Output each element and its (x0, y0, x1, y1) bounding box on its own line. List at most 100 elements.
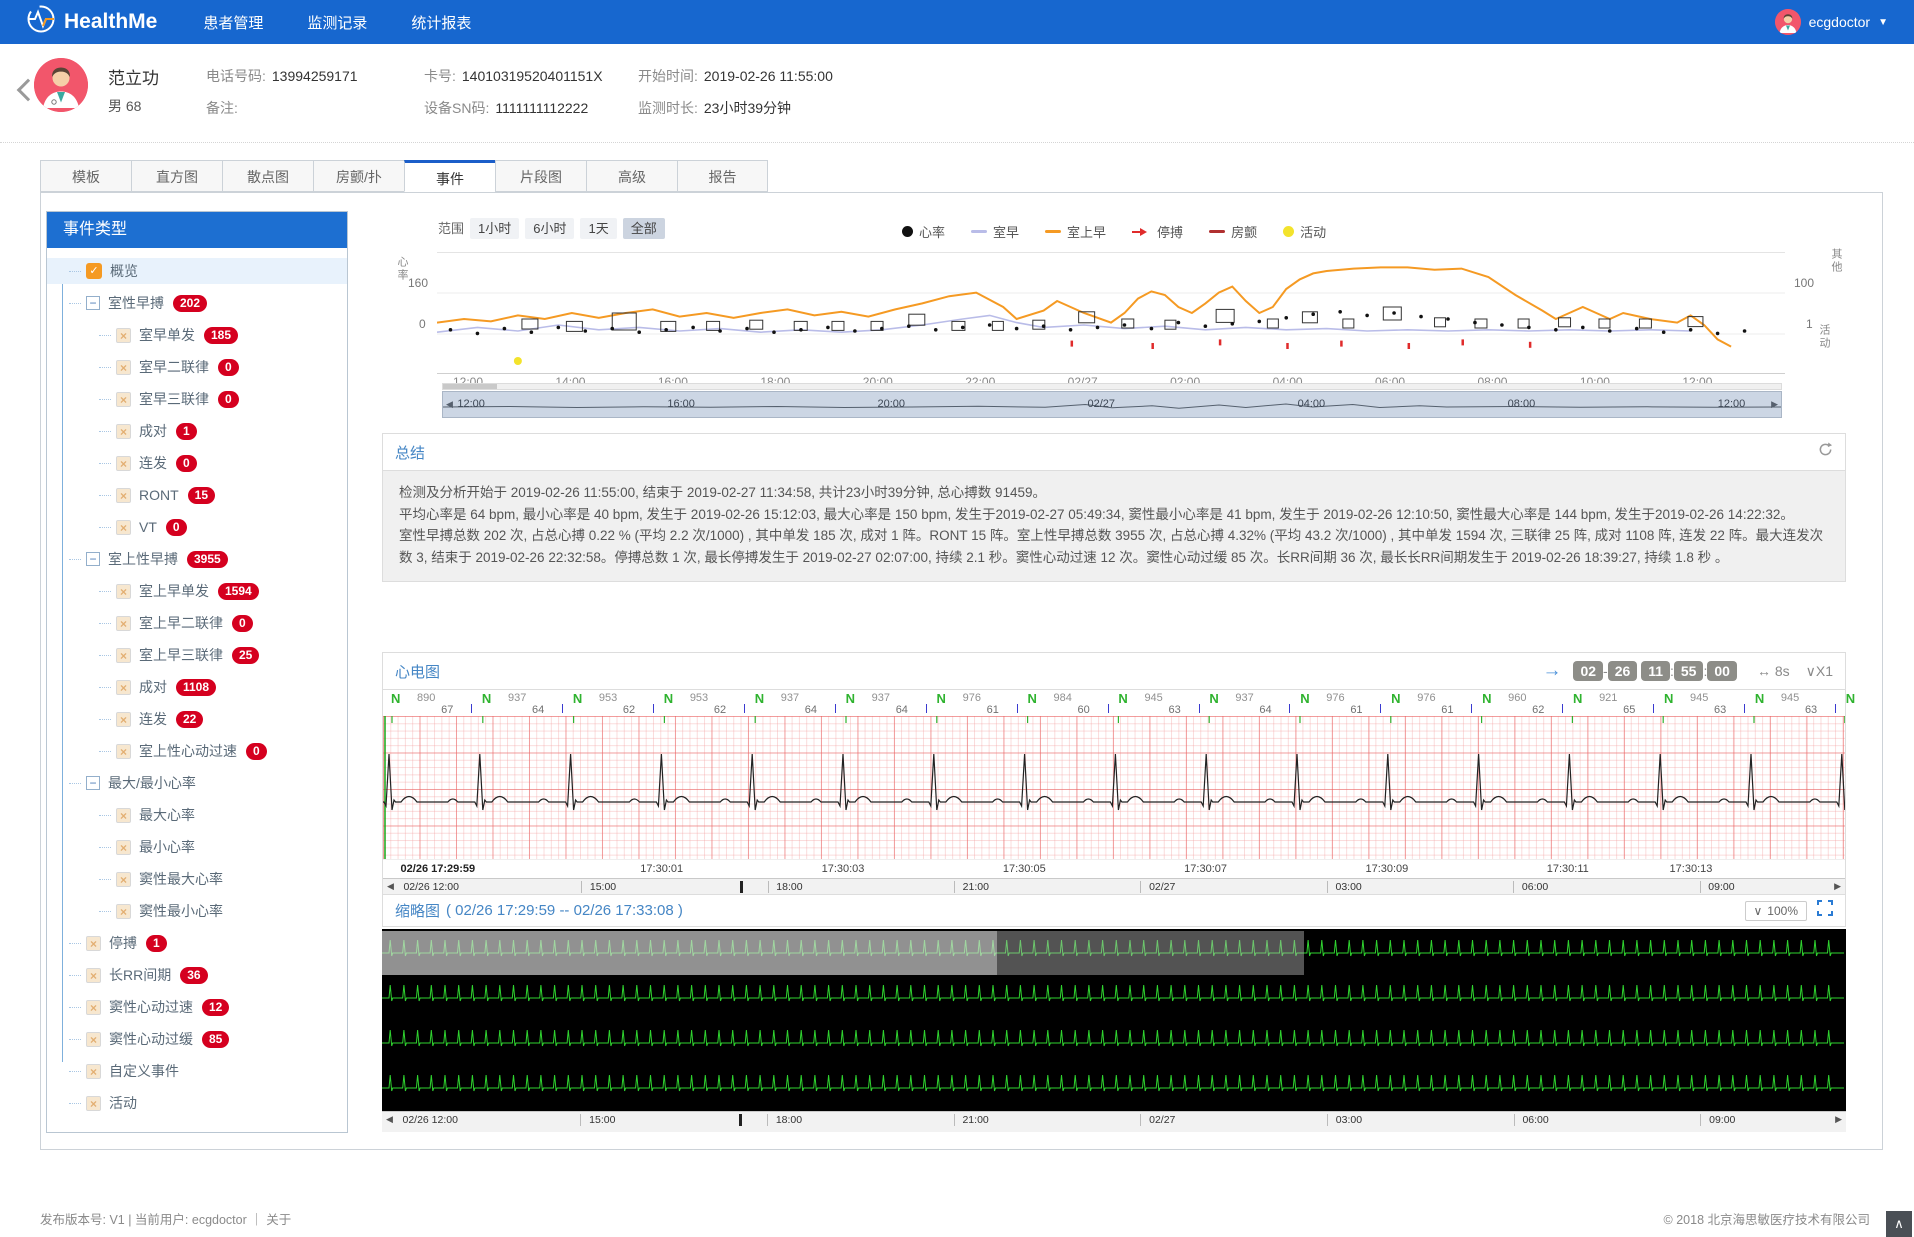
ecg-datetime-box[interactable]: 00 (1707, 661, 1737, 681)
tab-模板[interactable]: 模板 (40, 160, 131, 192)
unchecked-checkbox-icon[interactable]: × (86, 1063, 101, 1079)
tree-item-室上早单发[interactable]: × 室上早单发 1594 (47, 578, 347, 604)
goto-time-arrow-icon[interactable]: → (1542, 660, 1561, 682)
ecg-datetime-box[interactable]: 55 (1673, 661, 1704, 681)
tree-item-成对[interactable]: × 成对 1108 (47, 674, 347, 700)
tree-item-最大心率[interactable]: × 最大心率 (47, 802, 347, 828)
thumbnail-scrollbar[interactable]: ◀ ▶ 02/26 12:00 15:00 18:00 21:00 02/27 03:00 06… (382, 1111, 1846, 1132)
unchecked-checkbox-icon[interactable]: × (116, 903, 131, 919)
scroll-right-arrow-icon[interactable]: ▶ (1835, 1114, 1842, 1125)
tree-item-最大/最小心率[interactable]: − 最大/最小心率 (47, 770, 347, 796)
unchecked-checkbox-icon[interactable]: × (116, 679, 131, 695)
tree-item-最小心率[interactable]: × 最小心率 (47, 834, 347, 860)
menu-item-统计报表[interactable]: 统计报表 (411, 12, 471, 33)
unchecked-checkbox-icon[interactable]: × (116, 711, 131, 727)
unchecked-checkbox-icon[interactable]: × (116, 359, 131, 375)
tree-item-连发[interactable]: × 连发 0 (47, 450, 347, 476)
tree-item-室上性早搏[interactable]: − 室上性早搏 3955 (47, 546, 347, 572)
range-button-1小时[interactable]: 1小时 (470, 218, 520, 239)
scroll-left-arrow-icon[interactable]: ◀ (387, 881, 394, 892)
gain-control[interactable]: ∨X1 (1806, 663, 1833, 680)
range-button-1天[interactable]: 1天 (580, 218, 617, 239)
tab-片段图[interactable]: 片段图 (495, 160, 586, 192)
collapse-toggle-icon[interactable]: − (86, 776, 100, 790)
collapse-toggle-icon[interactable]: − (86, 296, 100, 310)
tree-item-长RR间期[interactable]: × 长RR间期 36 (47, 962, 347, 988)
unchecked-checkbox-icon[interactable]: × (116, 647, 131, 663)
tree-item-活动[interactable]: × 活动 (47, 1090, 347, 1116)
range-button-6小时[interactable]: 6小时 (525, 218, 575, 239)
tree-item-概览[interactable]: ✓ 概览 (47, 258, 347, 284)
tree-item-连发[interactable]: × 连发 22 (47, 706, 347, 732)
ecg-datetime-box[interactable]: 11 (1641, 661, 1670, 681)
nav-right-arrow-icon[interactable]: ▶ (1771, 399, 1778, 410)
tree-item-室上早二联律[interactable]: × 室上早二联律 0 (47, 610, 347, 636)
checked-checkbox-icon[interactable]: ✓ (86, 263, 102, 279)
tree-item-室早三联律[interactable]: × 室早三联律 0 (47, 386, 347, 412)
unchecked-checkbox-icon[interactable]: × (86, 1031, 101, 1047)
unchecked-checkbox-icon[interactable]: × (86, 1095, 101, 1111)
nav-left-arrow-icon[interactable]: ◀ (446, 399, 453, 410)
menu-item-监测记录[interactable]: 监测记录 (307, 12, 367, 33)
tab-事件[interactable]: 事件 (404, 160, 495, 192)
brand[interactable]: HealthMe (26, 4, 157, 40)
thumbnail-strip[interactable] (382, 929, 1846, 1111)
overview-scroll-rail[interactable] (442, 383, 1782, 390)
thumbnail-zoom-select[interactable]: ∨ 100% (1744, 900, 1807, 921)
unchecked-checkbox-icon[interactable]: × (116, 583, 131, 599)
tree-item-停搏[interactable]: × 停搏 1 (47, 930, 347, 956)
tab-报告[interactable]: 报告 (677, 160, 768, 192)
range-button-全部[interactable]: 全部 (622, 218, 665, 239)
tree-item-VT[interactable]: × VT 0 (47, 514, 347, 540)
scroll-position-marker[interactable] (739, 1114, 743, 1126)
tab-房颤/扑[interactable]: 房颤/扑 (313, 160, 404, 192)
tab-直方图[interactable]: 直方图 (131, 160, 222, 192)
tree-item-室早二联律[interactable]: × 室早二联律 0 (47, 354, 347, 380)
ecg-datetime-box[interactable]: 26 (1607, 661, 1638, 681)
tree-item-室性早搏[interactable]: − 室性早搏 202 (47, 290, 347, 316)
ecg-strip[interactable] (383, 716, 1845, 859)
scroll-position-marker[interactable] (739, 881, 743, 893)
unchecked-checkbox-icon[interactable]: × (116, 871, 131, 887)
tree-item-窦性心动过缓[interactable]: × 窦性心动过缓 85 (47, 1026, 347, 1052)
unchecked-checkbox-icon[interactable]: × (116, 807, 131, 823)
user-menu[interactable]: ecgdoctor ▼ (1774, 9, 1888, 35)
unchecked-checkbox-icon[interactable]: × (116, 519, 131, 535)
fullscreen-icon[interactable] (1817, 900, 1833, 921)
tab-高级[interactable]: 高级 (586, 160, 677, 192)
tree-item-自定义事件[interactable]: × 自定义事件 (47, 1058, 347, 1084)
tree-item-窦性最大心率[interactable]: × 窦性最大心率 (47, 866, 347, 892)
ecg-datetime-box[interactable]: 02 (1573, 661, 1604, 681)
refresh-icon[interactable] (1818, 442, 1833, 462)
tree-item-室上性心动过速[interactable]: × 室上性心动过速 0 (47, 738, 347, 764)
back-to-top-button[interactable]: ∧ (1886, 1211, 1912, 1237)
tree-item-窦性心动过速[interactable]: × 窦性心动过速 12 (47, 994, 347, 1020)
unchecked-checkbox-icon[interactable]: × (116, 455, 131, 471)
tree-item-成对[interactable]: × 成对 1 (47, 418, 347, 444)
tree-item-室上早三联律[interactable]: × 室上早三联律 25 (47, 642, 347, 668)
tree-item-窦性最小心率[interactable]: × 窦性最小心率 (47, 898, 347, 924)
unchecked-checkbox-icon[interactable]: × (116, 391, 131, 407)
overview-plot[interactable] (436, 252, 1785, 374)
tab-散点图[interactable]: 散点图 (222, 160, 313, 192)
window-width-control[interactable]: ↔ 8s (1757, 663, 1790, 679)
unchecked-checkbox-icon[interactable]: × (116, 423, 131, 439)
rr-interval-value: 945 (1780, 692, 1800, 704)
tree-item-RONT[interactable]: × RONT 15 (47, 482, 347, 508)
scroll-right-arrow-icon[interactable]: ▶ (1834, 881, 1841, 892)
unchecked-checkbox-icon[interactable]: × (116, 487, 131, 503)
unchecked-checkbox-icon[interactable]: × (86, 999, 101, 1015)
unchecked-checkbox-icon[interactable]: × (86, 967, 101, 983)
unchecked-checkbox-icon[interactable]: × (86, 935, 101, 951)
unchecked-checkbox-icon[interactable]: × (116, 743, 131, 759)
unchecked-checkbox-icon[interactable]: × (116, 615, 131, 631)
thumbnail-selection-highlight[interactable] (382, 931, 997, 975)
collapse-toggle-icon[interactable]: − (86, 552, 100, 566)
overview-navigator[interactable]: ◀ ▶ 12:00 16:00 20:00 02/27 04:00 08:00 12:00 (442, 391, 1782, 418)
unchecked-checkbox-icon[interactable]: × (116, 327, 131, 343)
scroll-left-arrow-icon[interactable]: ◀ (386, 1114, 393, 1125)
unchecked-checkbox-icon[interactable]: × (116, 839, 131, 855)
scroll-handle[interactable] (443, 384, 497, 389)
menu-item-患者管理[interactable]: 患者管理 (203, 12, 263, 33)
tree-item-室早单发[interactable]: × 室早单发 185 (47, 322, 347, 348)
